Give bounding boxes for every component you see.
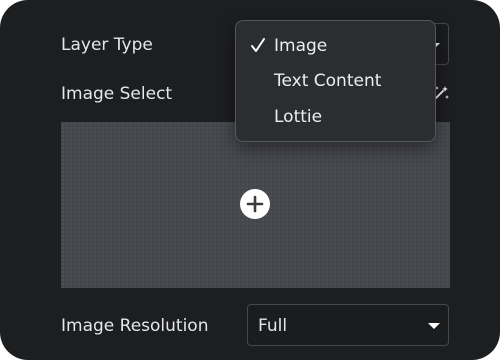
plus-circle-icon[interactable] <box>240 189 270 219</box>
caret-down-icon <box>428 323 440 329</box>
menu-item-label: Lottie <box>274 107 323 127</box>
menu-item-text-content[interactable]: Text Content <box>236 64 435 98</box>
image-resolution-select[interactable]: Full <box>247 304 449 346</box>
layer-type-label: Layer Type <box>61 35 153 55</box>
menu-item-label: Image <box>274 36 328 56</box>
menu-item-lottie[interactable]: Lottie <box>236 100 435 134</box>
layer-type-dropdown-menu: Image Text Content Lottie <box>235 20 436 142</box>
menu-item-label: Text Content <box>274 71 382 91</box>
layer-settings-panel: Layer Type Image Select Image Resolution… <box>0 0 500 360</box>
menu-item-image[interactable]: Image <box>236 29 435 63</box>
image-resolution-value: Full <box>258 316 288 336</box>
image-resolution-label: Image Resolution <box>61 316 209 336</box>
checkmark-icon <box>250 36 266 54</box>
image-select-label: Image Select <box>61 84 173 104</box>
